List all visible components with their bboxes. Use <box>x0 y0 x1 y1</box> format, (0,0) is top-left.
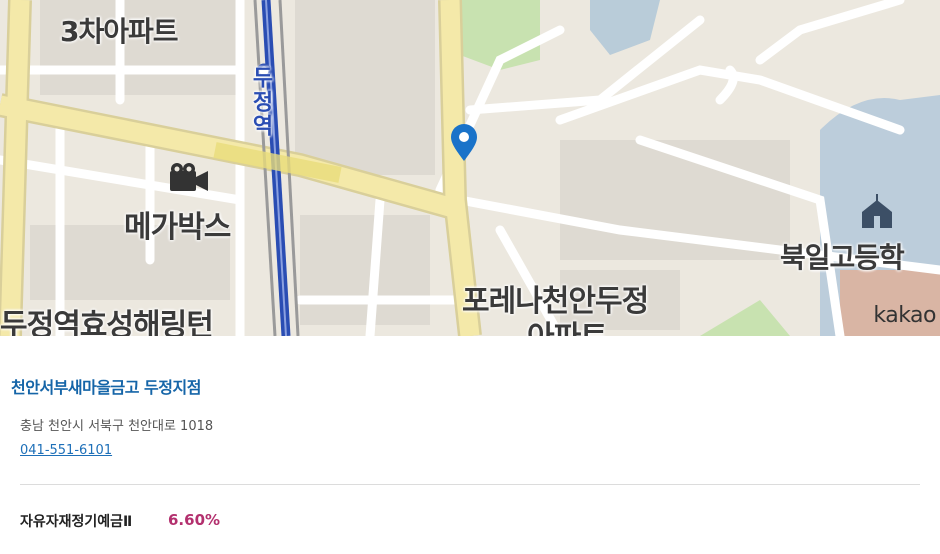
branch-name: 천안서부새마을금고 두정지점 <box>11 378 201 397</box>
product-name: 자유자재정기예금Ⅱ <box>20 514 133 530</box>
map-label-station[interactable]: 두정역 <box>244 66 276 138</box>
map-label-forena-apt: 아파트 <box>527 312 608 336</box>
map-attribution[interactable]: kakao <box>873 303 936 328</box>
branch-address: 충남 천안시 서북구 천안대로 1018 <box>20 419 214 434</box>
branch-phone-link[interactable]: 041-551-6101 <box>20 443 112 458</box>
map-view[interactable]: 3차아파트 두정역 메가박스 북일고등학 포레나천안두정 아파트 두정역효성해링… <box>0 0 940 336</box>
product-rate: 6.60% <box>168 511 221 529</box>
map-label-apartment: 3차아파트 <box>60 15 179 48</box>
map-label-cinema[interactable]: 메가박스 <box>124 202 231 246</box>
map-label-school[interactable]: 북일고등학 <box>780 236 905 276</box>
divider <box>20 484 920 485</box>
map-label-hyosung: 두정역효성해링턴 <box>0 308 214 336</box>
